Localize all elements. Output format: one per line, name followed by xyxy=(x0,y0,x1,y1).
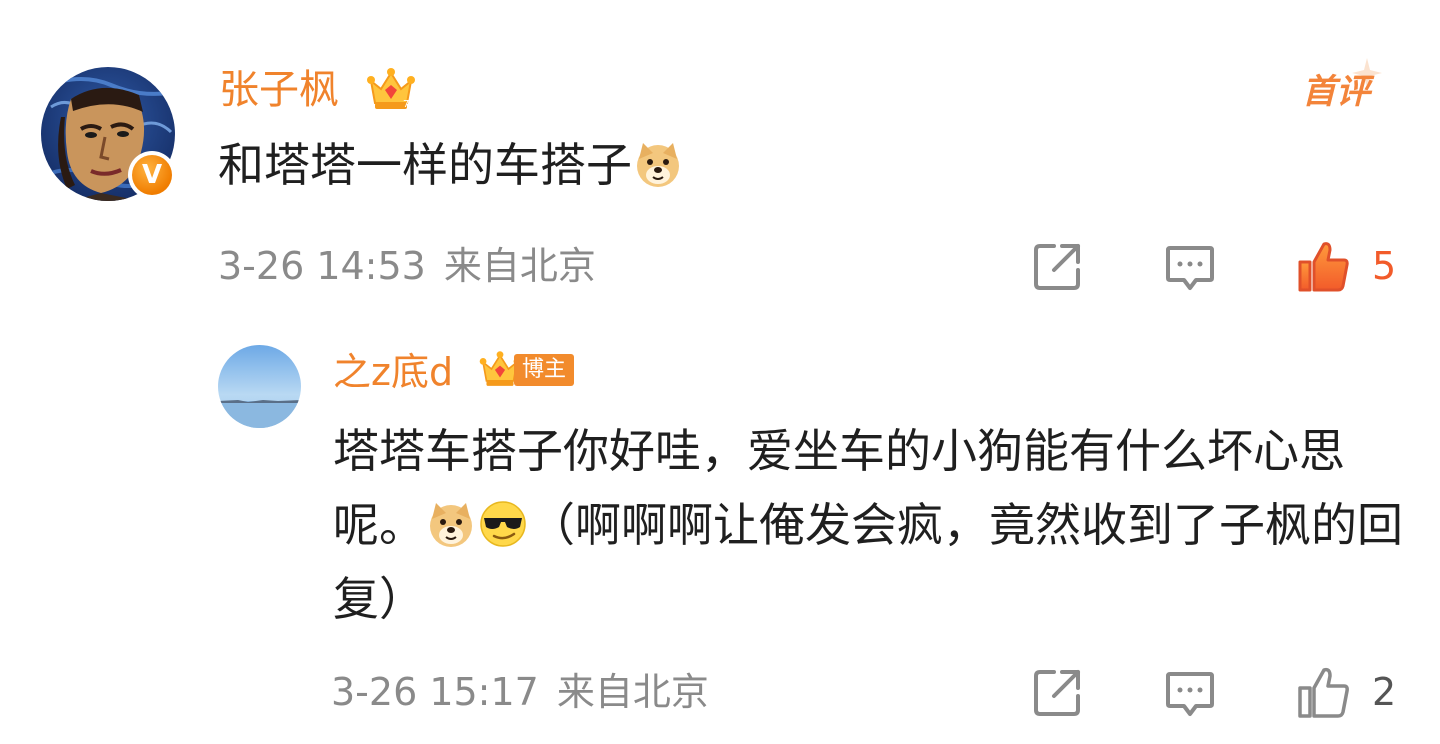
share-icon[interactable] xyxy=(1032,666,1084,718)
doge-emoji xyxy=(430,503,472,547)
like-count: 2 xyxy=(1372,670,1397,714)
first-comment-label: 首评 xyxy=(1302,72,1370,112)
blogger-badge: 博主 xyxy=(514,354,575,386)
comment-author-name[interactable]: 之z底d xyxy=(333,348,453,396)
comment-time: 3-26 15:17 xyxy=(331,670,539,714)
comment-text: 塔塔车搭子你好哇，爱坐车的小狗能有什么坏心思呢。 （啊啊啊让俺发会疯，竟然收到了… xyxy=(333,414,1408,636)
comment-icon[interactable] xyxy=(1164,242,1216,294)
comment-location: 来自北京 xyxy=(443,244,596,288)
comment-meta: 3-26 15:17 来自北京 xyxy=(331,670,709,714)
svg-text:7: 7 xyxy=(403,99,409,110)
verified-badge-icon: V xyxy=(128,151,176,199)
like-icon[interactable] xyxy=(1296,238,1352,294)
comment-author-name[interactable]: 张子枫 xyxy=(219,66,339,114)
comment-text: 和塔塔一样的车搭子 xyxy=(218,128,684,202)
like-icon[interactable] xyxy=(1296,664,1352,720)
doge-emoji xyxy=(637,143,679,187)
sunglasses-emoji xyxy=(480,501,526,547)
like-count: 5 xyxy=(1372,244,1397,288)
comment-body: 和塔塔一样的车搭子 xyxy=(218,138,632,192)
avatar[interactable] xyxy=(218,345,301,428)
comment-time: 3-26 14:53 xyxy=(218,244,426,288)
comment-location: 来自北京 xyxy=(556,670,709,714)
crown-icon: 7 xyxy=(367,68,415,110)
comment-meta: 3-26 14:53 来自北京 xyxy=(218,244,596,288)
comment-icon[interactable] xyxy=(1164,668,1216,720)
share-icon[interactable] xyxy=(1032,240,1084,292)
